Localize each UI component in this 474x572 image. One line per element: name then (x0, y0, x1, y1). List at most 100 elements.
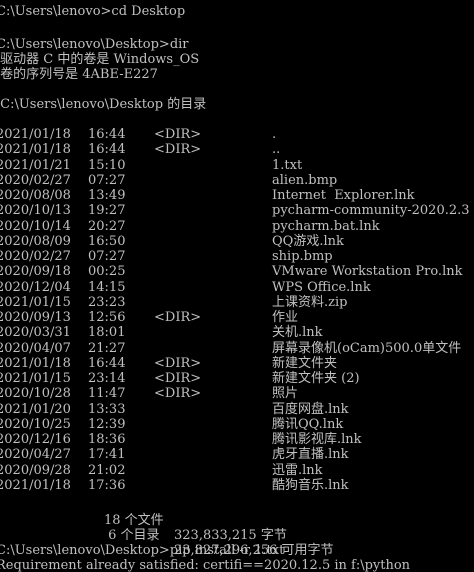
entry-name: pycharm.bat.lnk (272, 218, 380, 234)
entry-time: 12:39 (88, 416, 126, 432)
entry-date: 2021/01/15 (0, 294, 71, 310)
entry-date: 2020/10/14 (0, 218, 71, 234)
entry-date: 2021/01/20 (0, 401, 71, 417)
entry-date: 2021/01/21 (0, 157, 71, 173)
entry-name: alien.bmp (272, 172, 338, 188)
listing-row: 2021/01/18 16:44 <DIR>.. (0, 142, 474, 157)
entry-time: 23:14 (88, 371, 126, 386)
entry-time: 20:27 (88, 218, 126, 234)
listing-row: 2021/01/2013:33724百度网盘.lnk (0, 402, 474, 417)
entry-date: 2020/02/27 (0, 172, 71, 188)
entry-time: 00:25 (88, 264, 126, 280)
entry-date: 2021/01/18 (0, 142, 71, 158)
entry-name: 新建文件夹 (2) (272, 371, 360, 386)
entry-time: 16:44 (88, 355, 126, 371)
entry-date: 2020/10/13 (0, 203, 71, 219)
entry-name: 照片 (272, 386, 299, 402)
listing-row: 2021/01/15 23:14 <DIR> 新建文件夹 (2) (0, 371, 474, 386)
listing-row: 2020/04/2717:411,231虎牙直播.lnk (0, 447, 474, 462)
prompt-dir-line: C:\Users\lenovo\Desktop>dir (0, 37, 189, 52)
entry-name: 关机.lnk (272, 325, 323, 341)
summary-files-line: 18 个文件 323,833,215 字节 (0, 498, 474, 543)
entry-time: 17:36 (88, 477, 126, 493)
entry-time: 19:27 (88, 203, 126, 219)
listing-row: 2021/01/18 16:44 <DIR>. (0, 127, 474, 142)
entry-date: 2020/10/25 (0, 416, 71, 432)
entry-name: 1.txt (272, 157, 303, 173)
entry-time: 16:44 (88, 127, 126, 142)
entry-name: pycharm-community-2020.2.3 (272, 203, 470, 219)
entry-dir-tag: <DIR> (154, 142, 202, 158)
listing-row: 2020/10/1319:27311,148,048pycharm-commun… (0, 203, 474, 218)
entry-time: 16:44 (88, 142, 126, 158)
entry-time: 11:47 (88, 386, 126, 402)
entry-time: 18:01 (88, 325, 126, 341)
listing-row: 2021/01/18 16:44 <DIR> 新建文件夹 (0, 356, 474, 371)
entry-time: 14:15 (88, 279, 126, 295)
entry-dir-tag: <DIR> (154, 386, 202, 402)
listing-row: 2020/10/1420:271,403pycharm.bat.lnk (0, 219, 474, 234)
terminal-window[interactable]: C:\Users\lenovo>cd Desktop C:\Users\leno… (0, 0, 474, 572)
listing-row: 2020/08/0916:501,119QQ游戏.lnk (0, 234, 474, 249)
file-bytes: 323,833,215 字节 (174, 528, 287, 543)
entry-name: Internet Explorer.lnk (272, 188, 415, 203)
entry-dir-tag: <DIR> (154, 310, 202, 325)
entry-name: 新建文件夹 (272, 355, 338, 371)
listing-row: 2020/02/2707:278,694ship.bmp (0, 249, 474, 264)
entry-time: 16:50 (88, 233, 126, 249)
entry-date: 2021/01/18 (0, 355, 71, 371)
entry-date: 2021/01/18 (0, 127, 71, 142)
entry-name: 腾讯QQ.lnk (272, 416, 344, 432)
entry-name: 屏幕录像机(oCam)500.0单文件 (272, 340, 462, 356)
entry-date: 2020/02/27 (0, 249, 71, 264)
entry-name: 百度网盘.lnk (272, 401, 349, 417)
entry-name: 酷狗音乐.lnk (272, 477, 349, 493)
listing-row: 2020/10/28 11:47 <DIR> 照片 (0, 386, 474, 401)
entry-date: 2020/09/18 (0, 264, 71, 280)
entry-name: ship.bmp (272, 249, 333, 264)
entry-date: 2020/10/28 (0, 386, 71, 402)
entry-date: 2020/09/28 (0, 462, 71, 478)
listing-row: 2020/09/13 12:56 <DIR> 作业 (0, 310, 474, 325)
entry-name: WPS Office.lnk (272, 279, 371, 295)
entry-time: 13:49 (88, 188, 126, 203)
entry-date: 2021/01/18 (0, 477, 71, 493)
listing-row: 2020/04/0721:2712,260,803屏幕录像机(oCam)500.… (0, 341, 474, 356)
entry-name: .. (272, 142, 281, 158)
entry-dir-tag: <DIR> (154, 371, 202, 386)
summary-dirs-line: 6 个目录 23,827,296,256 可用字节 (0, 513, 474, 558)
prompt-pip-line: C:\Users\lenovo\Desktop>pip install -r 1… (0, 543, 285, 558)
listing-row: 2020/03/3118:011,126关机.lnk (0, 325, 474, 340)
entry-date: 2021/01/15 (0, 371, 71, 386)
entry-time: 07:27 (88, 249, 126, 264)
listing-row: 2020/10/2512:391,416腾讯QQ.lnk (0, 417, 474, 432)
entry-name: 腾讯影视库.lnk (272, 432, 362, 447)
listing-row: 2021/01/2115:102371.txt (0, 158, 474, 173)
entry-date: 2020/08/09 (0, 233, 71, 249)
entry-date: 2020/04/07 (0, 340, 71, 356)
entry-date: 2020/12/16 (0, 432, 71, 447)
entry-name: QQ游戏.lnk (272, 233, 344, 249)
entry-time: 21:27 (88, 340, 126, 356)
volume-line: 驱动器 C 中的卷是 Windows_OS (0, 52, 200, 67)
listing-row: 2020/09/1800:25660VMware Workstation Pro… (0, 264, 474, 279)
entry-dir-tag: <DIR> (154, 355, 202, 371)
entry-date: 2020/09/13 (0, 310, 71, 325)
entry-name: 作业 (272, 310, 299, 325)
entry-time: 13:33 (88, 401, 126, 417)
entry-time: 15:10 (88, 157, 126, 173)
listing-row: 2020/12/0414:152,431WPS Office.lnk (0, 280, 474, 295)
entry-time: 23:23 (88, 294, 126, 310)
listing-row: 2021/01/1523:23390,088上课资料.zip (0, 295, 474, 310)
listing-row: 2020/09/2821:02881迅雷.lnk (0, 463, 474, 478)
entry-name: 上课资料.zip (272, 294, 348, 310)
serial-line: 卷的序列号是 4ABE-E227 (0, 67, 158, 82)
entry-time: 21:02 (88, 462, 126, 478)
entry-date: 2020/08/08 (0, 188, 71, 203)
entry-name: . (272, 127, 277, 142)
entry-date: 2020/04/27 (0, 447, 71, 463)
entry-name: 迅雷.lnk (272, 462, 323, 478)
entry-time: 07:27 (88, 172, 126, 188)
entry-name: 虎牙直播.lnk (272, 447, 349, 463)
listing-row: 2020/08/0813:491,208Internet Explorer.ln… (0, 188, 474, 203)
